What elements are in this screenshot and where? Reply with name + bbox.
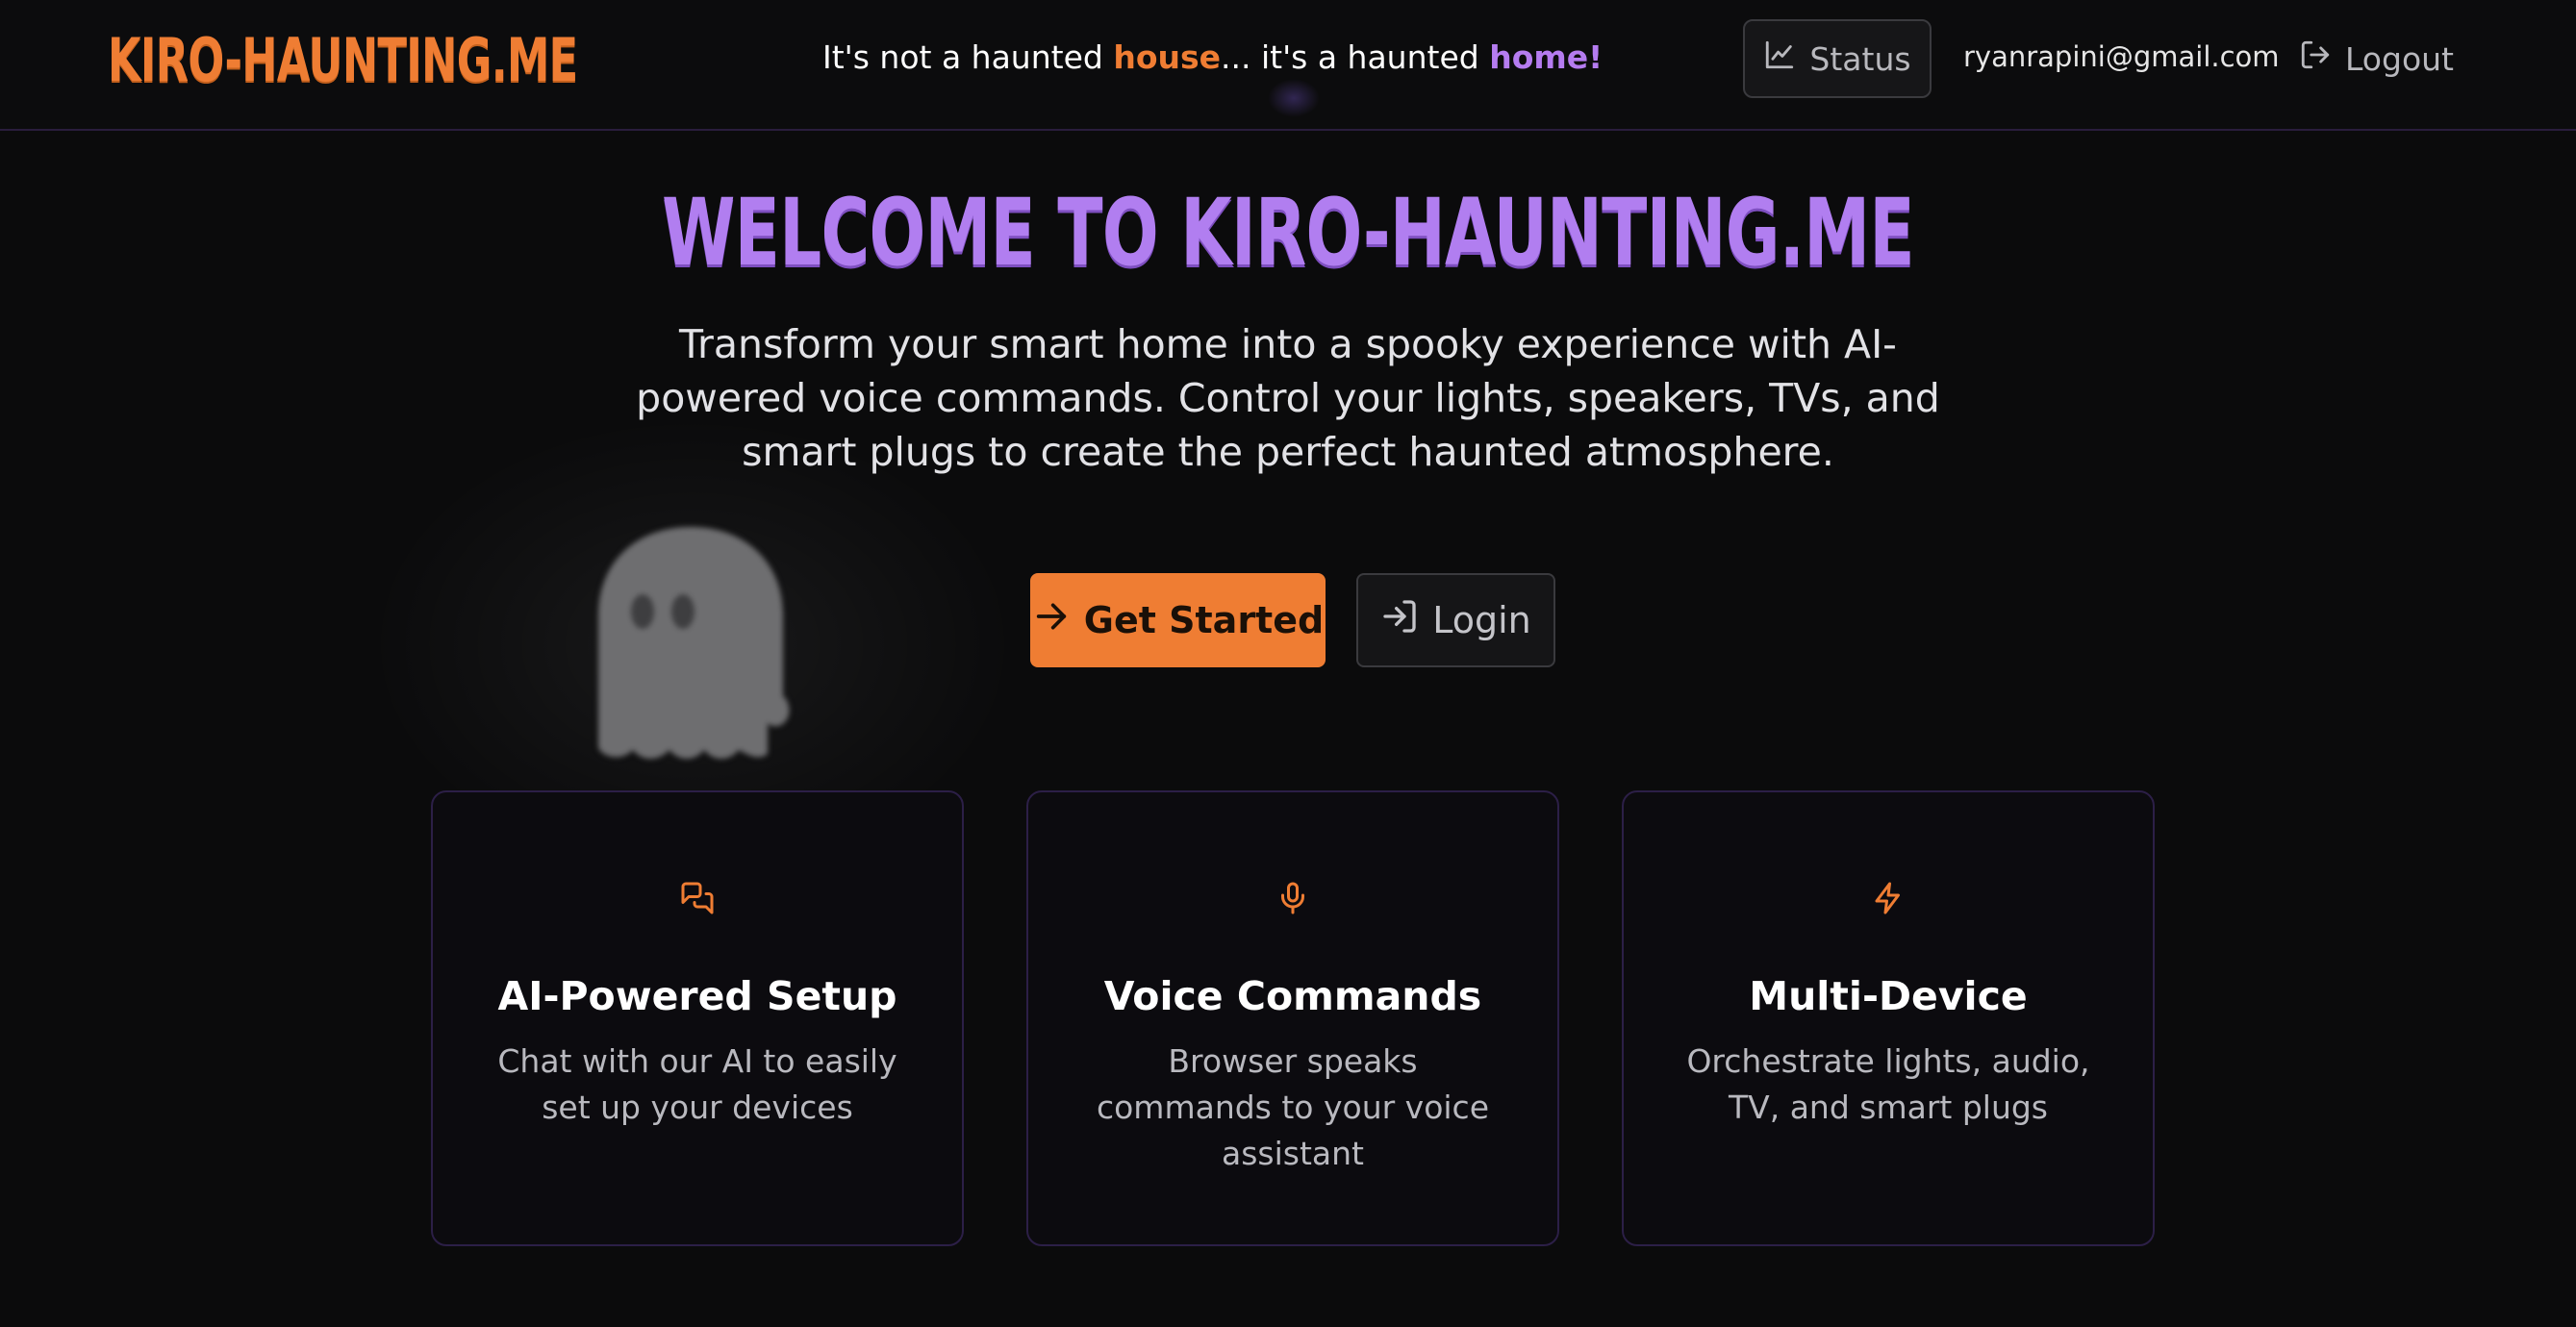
cta-buttons: Get Started Login bbox=[1030, 573, 1555, 667]
arrow-right-icon bbox=[1032, 597, 1071, 644]
decorative-glow bbox=[1268, 79, 1320, 117]
feature-description: Orchestrate lights, audio, TV, and smart… bbox=[1686, 1042, 2090, 1126]
logout-icon bbox=[2299, 38, 2332, 79]
feature-description: Chat with our AI to easily set up your d… bbox=[497, 1042, 897, 1126]
get-started-button[interactable]: Get Started bbox=[1030, 573, 1326, 667]
feature-card-multi-device: Multi-Device Orchestrate lights, audio, … bbox=[1622, 790, 2155, 1246]
login-button[interactable]: Login bbox=[1356, 573, 1555, 667]
logout-button[interactable]: Logout bbox=[2299, 29, 2454, 88]
chat-bubbles-icon bbox=[433, 881, 962, 915]
feature-card-ai-setup: AI-Powered Setup Chat with our AI to eas… bbox=[431, 790, 964, 1246]
tagline-home: home! bbox=[1489, 38, 1604, 76]
header-tagline: It's not a haunted house... it's a haunt… bbox=[822, 38, 1603, 76]
login-label: Login bbox=[1432, 599, 1531, 641]
hero-title-text: WELCOME TO KIRO-HAUNTING.ME bbox=[662, 179, 1914, 287]
top-nav: KIRO-HAUNTING.ME It's not a haunted hous… bbox=[0, 0, 2576, 131]
trend-chart-icon bbox=[1763, 38, 1796, 79]
get-started-label: Get Started bbox=[1083, 599, 1325, 641]
feature-title: Multi-Device bbox=[1749, 973, 2028, 1019]
logout-label: Logout bbox=[2345, 39, 2454, 78]
tagline-house: house bbox=[1113, 38, 1222, 76]
status-label: Status bbox=[1809, 39, 1911, 78]
hero-title: WELCOME TO KIRO-HAUNTING.ME bbox=[0, 179, 2576, 287]
lightning-icon bbox=[1624, 881, 2153, 915]
feature-title: Voice Commands bbox=[1103, 973, 1482, 1019]
tagline-part1: It's not a haunted bbox=[822, 38, 1114, 76]
feature-title: AI-Powered Setup bbox=[497, 973, 897, 1019]
ghost-icon bbox=[594, 527, 791, 762]
tagline-part2: ... it's a haunted bbox=[1221, 38, 1490, 76]
status-button[interactable]: Status bbox=[1743, 19, 1932, 98]
site-logo[interactable]: KIRO-HAUNTING.ME bbox=[108, 25, 578, 95]
feature-card-voice-commands: Voice Commands Browser speaks commands t… bbox=[1026, 790, 1559, 1246]
login-icon bbox=[1380, 597, 1419, 644]
microphone-icon bbox=[1028, 881, 1557, 915]
feature-description: Browser speaks commands to your voice as… bbox=[1096, 1042, 1490, 1172]
user-email: ryanrapini@gmail.com bbox=[1963, 40, 2280, 73]
